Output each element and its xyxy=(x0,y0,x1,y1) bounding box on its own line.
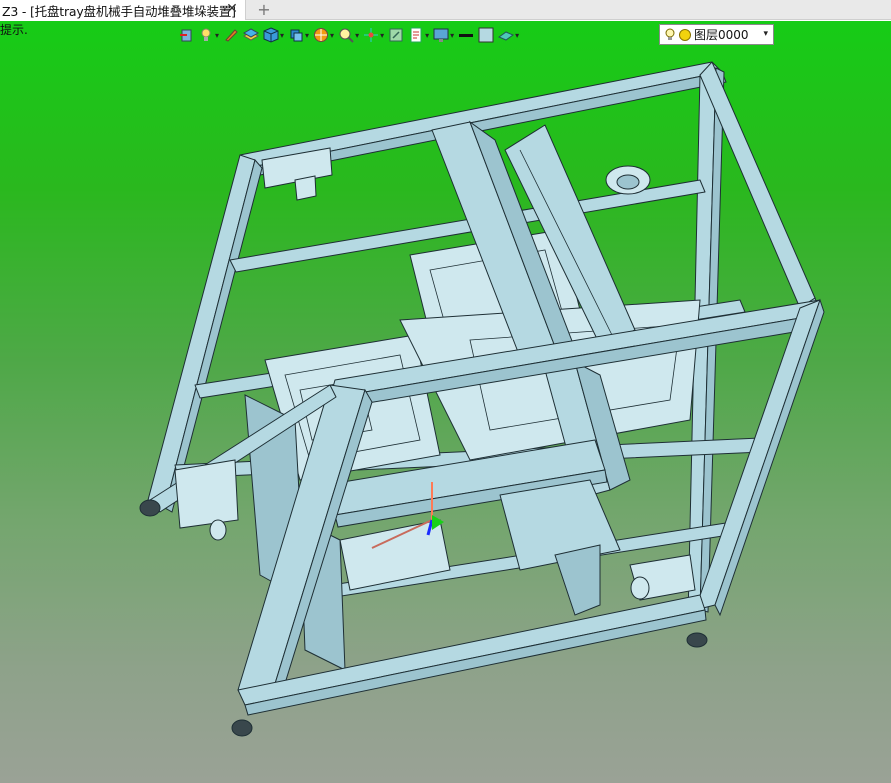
chevron-down-icon[interactable]: ▾ xyxy=(380,31,384,40)
plane-icon xyxy=(498,31,515,41)
pen-icon xyxy=(225,29,238,42)
zoom-button[interactable]: ▾ xyxy=(338,25,359,45)
layers-icon xyxy=(243,28,260,41)
line-style-icon xyxy=(459,34,474,37)
render-button[interactable]: ▾ xyxy=(313,25,334,45)
lightbulb-icon xyxy=(665,28,675,40)
plane-button[interactable]: ▾ xyxy=(498,25,519,45)
add-tab-icon[interactable]: + xyxy=(256,1,272,19)
cube-display-button[interactable]: ▾ xyxy=(288,25,309,45)
move-button[interactable]: ▾ xyxy=(363,25,384,45)
move-icon xyxy=(364,28,379,42)
chevron-down-icon[interactable]: ▾ xyxy=(425,31,429,40)
render-icon xyxy=(314,28,329,42)
light-button[interactable]: ▾ xyxy=(198,25,219,45)
color-swatch-icon xyxy=(478,27,494,43)
color-swatch-button[interactable] xyxy=(478,25,494,45)
chevron-down-icon[interactable]: ▾ xyxy=(215,31,219,40)
monitor-button[interactable]: ▾ xyxy=(433,25,454,45)
export-button[interactable] xyxy=(388,25,404,45)
line-style-button[interactable] xyxy=(458,25,474,45)
tab-bar: Z3 - [托盘tray盘机械手自动堆叠堆垛装置] ✕ + xyxy=(0,0,891,20)
3d-viewport[interactable]: .m { fill: #b5d9e2; stroke: #1e2f35; str… xyxy=(0,21,891,783)
chevron-down-icon[interactable]: ▾ xyxy=(450,31,454,40)
export-icon xyxy=(389,28,403,42)
sheet-button[interactable]: ▾ xyxy=(408,25,429,45)
chevron-down-icon[interactable]: ▾ xyxy=(280,31,284,40)
light-icon xyxy=(201,28,211,41)
pen-button[interactable] xyxy=(223,25,239,45)
zoom-icon xyxy=(339,28,354,43)
cube-button[interactable]: ▾ xyxy=(263,25,284,45)
layer-color-icon xyxy=(679,28,691,41)
sheet-icon xyxy=(410,27,422,43)
chevron-down-icon[interactable]: ▾ xyxy=(305,31,309,40)
view-toolbar: ▾ ▾ ▾ ▾ ▾ ▾ ▾ ▾ ▾ xyxy=(178,24,523,46)
cube-icon xyxy=(263,27,279,43)
chevron-down-icon[interactable]: ▾ xyxy=(330,31,334,40)
layer-label: 图层0000 xyxy=(694,28,749,42)
hint-text: 提示. xyxy=(0,23,28,37)
close-icon[interactable]: ✕ xyxy=(225,2,239,16)
monitor-icon xyxy=(433,28,449,42)
layers-button[interactable] xyxy=(243,25,260,45)
cube-display-icon xyxy=(290,29,303,42)
assembly-model: .m { fill: #b5d9e2; stroke: #1e2f35; str… xyxy=(139,61,825,737)
tab-title: Z3 - [托盘tray盘机械手自动堆叠堆垛装置] xyxy=(2,3,236,19)
chevron-down-icon[interactable]: ▾ xyxy=(515,31,519,40)
exit-sketch-button[interactable] xyxy=(178,25,194,45)
document-tab[interactable]: Z3 - [托盘tray盘机械手自动堆叠堆垛装置] xyxy=(0,0,246,20)
chevron-down-icon[interactable]: ▾ xyxy=(355,31,359,40)
chevron-down-icon[interactable]: ▾ xyxy=(763,28,768,39)
exit-sketch-icon xyxy=(180,29,192,42)
layer-dropdown[interactable]: 图层0000 ▾ xyxy=(659,24,774,45)
